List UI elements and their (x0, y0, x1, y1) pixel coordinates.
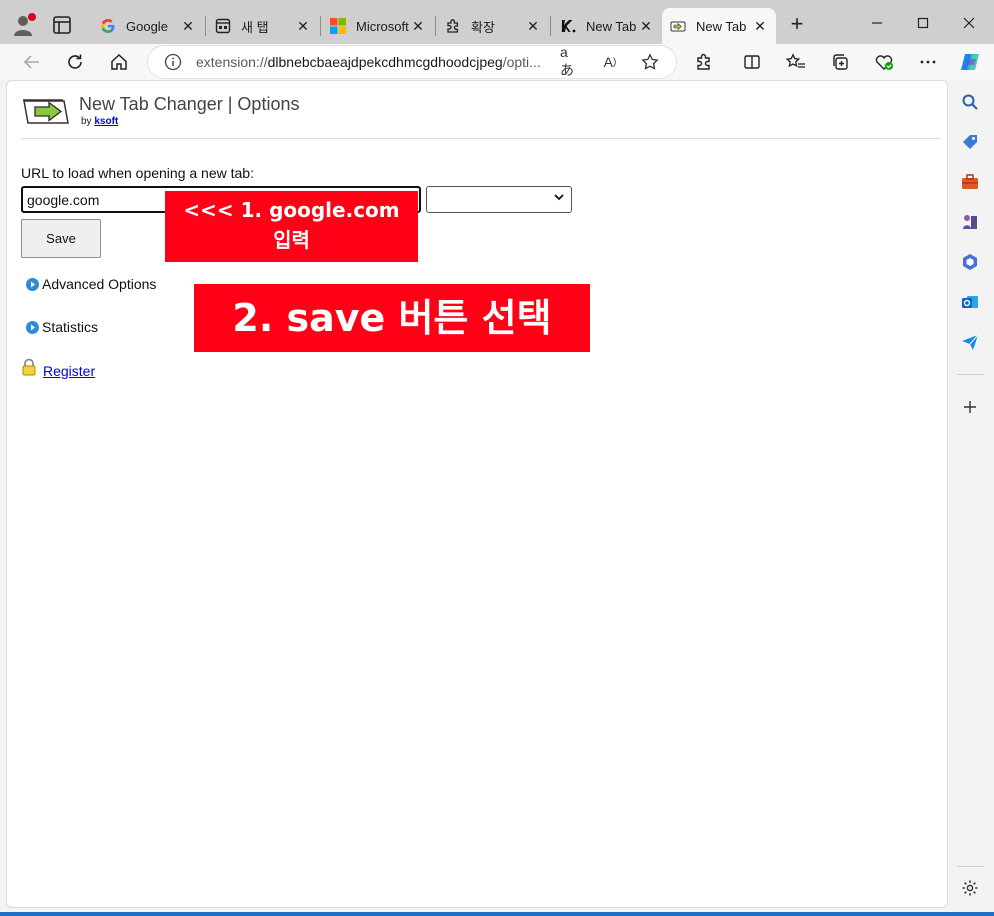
statistics-label: Statistics (42, 319, 99, 335)
tab-title: New Tab (586, 18, 637, 34)
url-label: URL to load when opening a new tab: (21, 165, 254, 181)
annotation-step-1: <<< 1. google.com 입력 (165, 191, 418, 262)
google-icon (100, 18, 116, 34)
tab-title: Google (126, 18, 168, 34)
play-icon (26, 320, 39, 334)
preset-url-select[interactable] (426, 186, 572, 213)
close-icon[interactable]: ✕ (180, 18, 196, 35)
split-screen-icon[interactable] (740, 50, 764, 74)
puzzle-icon (445, 18, 461, 34)
page-title: New Tab Changer | Options (79, 94, 300, 114)
tab-extensions[interactable]: 확장 ✕ (437, 8, 549, 44)
tab-separator (435, 16, 436, 36)
advanced-options-label: Advanced Options (42, 276, 157, 292)
tools-icon[interactable] (958, 170, 982, 194)
copilot-icon[interactable] (958, 50, 982, 74)
more-options-icon[interactable] (916, 50, 940, 74)
outlook-icon[interactable] (958, 290, 982, 314)
extensions-icon[interactable] (692, 50, 716, 74)
close-icon[interactable]: ✕ (295, 18, 311, 35)
tab-title: Microsoft (356, 18, 409, 34)
tab-title: 확장 (471, 19, 495, 35)
tab-title: New Tab (696, 18, 747, 34)
close-icon[interactable]: ✕ (525, 18, 541, 35)
author-link[interactable]: ksoft (94, 116, 118, 127)
edge-sidebar (950, 80, 990, 912)
read-aloud-icon[interactable]: A) (600, 52, 620, 72)
register-row: Register (21, 358, 95, 379)
newtab-icon (215, 18, 231, 34)
info-icon[interactable] (164, 53, 182, 71)
annotation-step-2: 2. save 버튼 선택 (194, 284, 590, 352)
back-icon[interactable] (20, 50, 44, 74)
tab-microsoft[interactable]: Microsoft ✕ (322, 8, 434, 44)
shopping-tag-icon[interactable] (958, 130, 982, 154)
favorites-icon[interactable] (784, 50, 808, 74)
close-icon[interactable]: ✕ (638, 18, 654, 35)
refresh-icon[interactable] (63, 50, 87, 74)
tab-strip: Google ✕ 새 탭 ✕ Microsoft ✕ 확장 ✕ New Tab … (0, 0, 994, 44)
browser-window: Google ✕ 새 탭 ✕ Microsoft ✕ 확장 ✕ New Tab … (0, 0, 994, 912)
new-tab-button[interactable]: + (786, 13, 808, 36)
translate-icon[interactable]: aあ (560, 44, 580, 78)
register-link[interactable]: Register (43, 363, 95, 379)
microsoft-365-icon[interactable] (958, 250, 982, 274)
collections-icon[interactable] (828, 50, 852, 74)
settings-gear-icon[interactable] (958, 876, 982, 900)
microsoft-icon (330, 18, 346, 34)
save-button[interactable]: Save (21, 219, 101, 258)
lock-icon (21, 358, 37, 379)
tab-new-tab-k[interactable]: New Tab ✕ (552, 8, 662, 44)
sidebar-divider (957, 866, 984, 867)
minimize-icon[interactable] (866, 12, 888, 34)
arrow-icon (670, 18, 686, 34)
favorite-star-icon[interactable] (640, 52, 660, 72)
close-icon[interactable]: ✕ (752, 18, 768, 35)
tab-new-tab-ko[interactable]: 새 탭 ✕ (207, 8, 319, 44)
tab-separator (205, 16, 206, 36)
games-icon[interactable] (958, 210, 982, 234)
divider (21, 138, 941, 139)
send-icon[interactable] (958, 330, 982, 354)
profile-icon[interactable] (12, 12, 38, 38)
search-icon[interactable] (958, 90, 982, 114)
close-icon[interactable]: ✕ (410, 18, 426, 35)
statistics-toggle[interactable]: Statistics (26, 319, 98, 335)
close-window-icon[interactable] (958, 12, 980, 34)
home-icon[interactable] (107, 50, 131, 74)
toolbar: extension://dlbnebcbaeajdpekcdhmcgdhoodc… (0, 44, 994, 80)
address-text[interactable]: extension://dlbnebcbaeajdpekcdhmcgdhoodc… (196, 54, 550, 70)
k-icon (560, 18, 576, 34)
tab-google[interactable]: Google ✕ (92, 8, 204, 44)
taskbar-edge (0, 912, 994, 916)
tab-title: 새 탭 (241, 19, 269, 35)
chevron-down-icon (553, 191, 565, 206)
add-icon[interactable] (958, 395, 982, 419)
tab-separator (320, 16, 321, 36)
maximize-icon[interactable] (912, 12, 934, 34)
advanced-options-toggle[interactable]: Advanced Options (26, 276, 156, 292)
play-icon (26, 277, 39, 291)
new-tab-changer-logo (21, 95, 71, 129)
tab-separator (550, 16, 551, 36)
sidebar-divider (957, 374, 984, 375)
page-content: New Tab Changer | Options by ksoft URL t… (6, 80, 948, 908)
browser-essentials-icon[interactable] (872, 50, 896, 74)
address-bar[interactable]: extension://dlbnebcbaeajdpekcdhmcgdhoodc… (148, 44, 676, 78)
author-line: by ksoft (81, 116, 119, 127)
tab-new-tab-active[interactable]: New Tab ✕ (662, 8, 776, 44)
tab-actions-icon[interactable] (50, 14, 74, 36)
